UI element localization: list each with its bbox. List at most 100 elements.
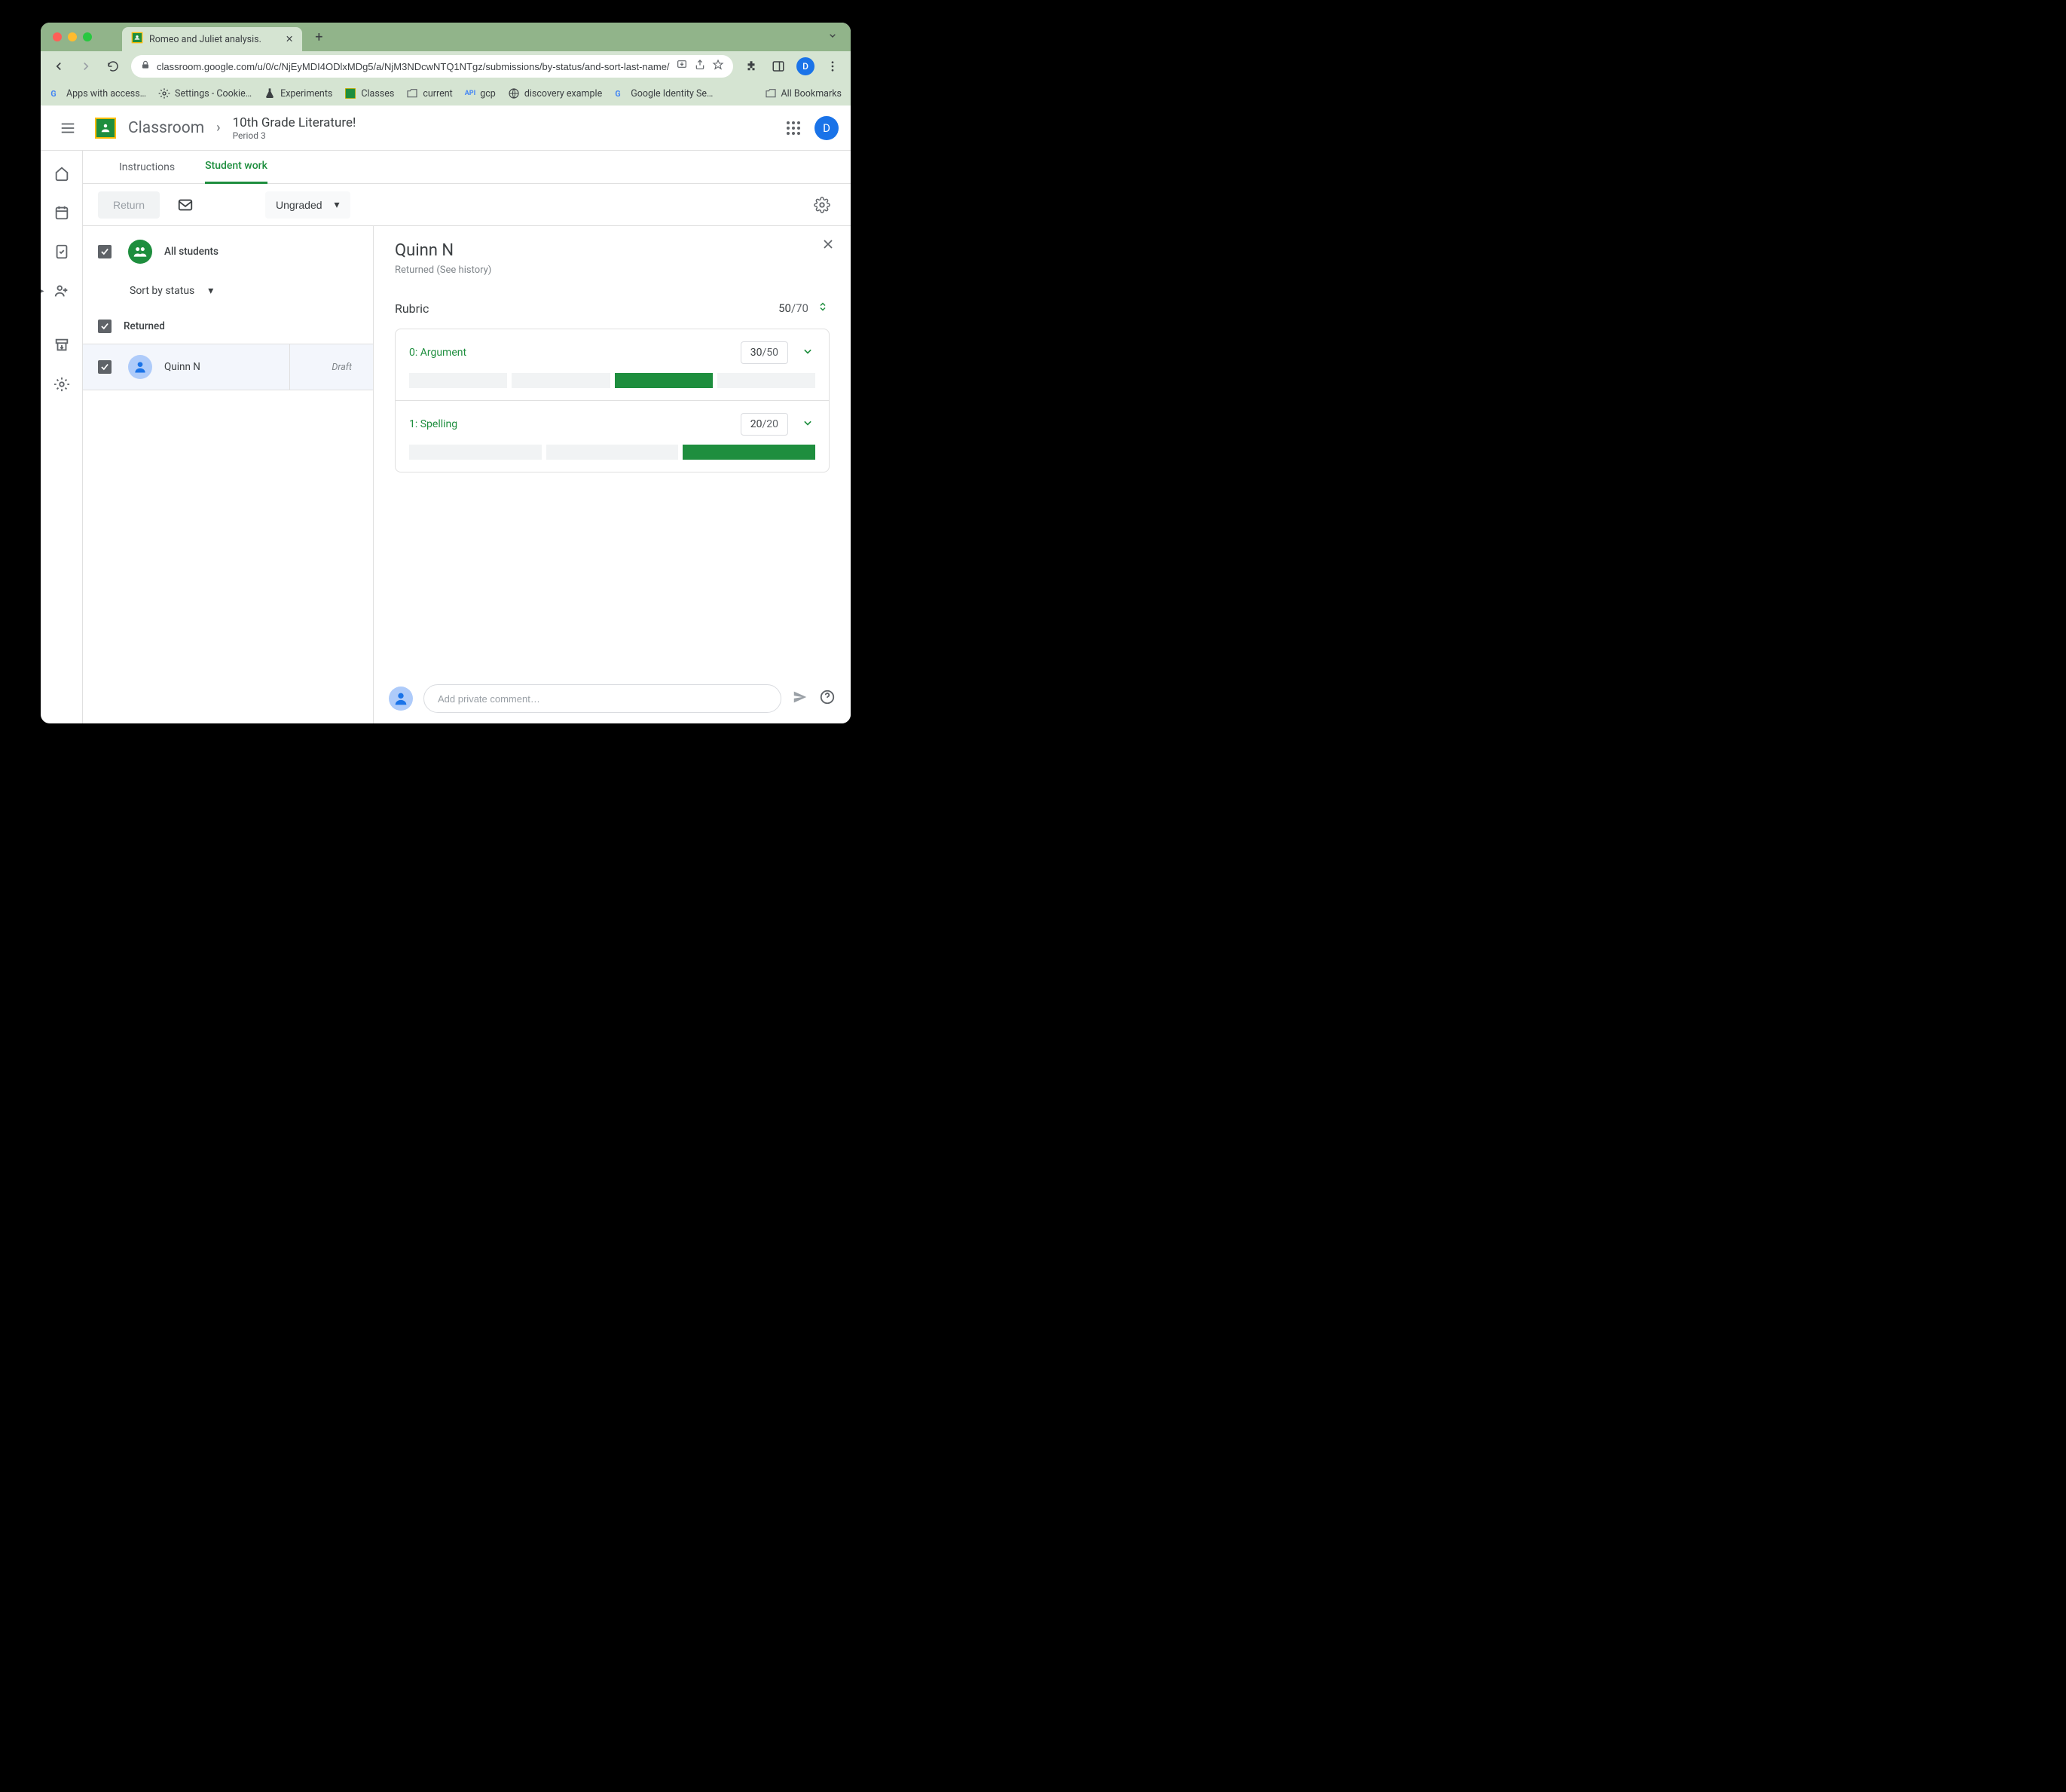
app-header: Classroom › 10th Grade Literature! Perio… <box>41 106 851 151</box>
select-all-checkbox[interactable] <box>98 245 112 258</box>
window-close[interactable] <box>53 32 62 41</box>
student-name: Quinn N <box>164 361 319 373</box>
all-students-label[interactable]: All students <box>164 246 219 258</box>
comment-input[interactable] <box>423 684 781 713</box>
rubric-sort-icon[interactable] <box>816 300 830 317</box>
submission-detail: Quinn N Returned (See history) Rubric 50… <box>374 226 851 723</box>
dropdown-icon: ▾ <box>208 285 213 297</box>
class-breadcrumb[interactable]: 10th Grade Literature! Period 3 <box>233 115 356 141</box>
student-checkbox[interactable] <box>98 360 112 374</box>
forward-button[interactable] <box>77 57 95 75</box>
bookmark-identity[interactable]: GGoogle Identity Se… <box>614 87 713 99</box>
svg-text:G: G <box>616 89 621 99</box>
criterion-name[interactable]: 1: Spelling <box>409 418 741 430</box>
nav-people-icon[interactable] <box>53 282 71 300</box>
tab-close-icon[interactable]: ✕ <box>286 33 293 45</box>
criterion-expand-icon[interactable] <box>800 415 815 433</box>
student-row[interactable]: Quinn N Draft <box>83 344 373 390</box>
browser-tab[interactable]: Romeo and Juliet analysis. ✕ <box>122 27 302 51</box>
browser-window: Romeo and Juliet analysis. ✕ + D GApps w… <box>41 23 851 723</box>
share-icon[interactable] <box>694 59 706 74</box>
all-students-icon <box>128 240 152 264</box>
menu-button[interactable] <box>53 113 83 143</box>
level-cell[interactable] <box>409 445 542 460</box>
browser-menu-icon[interactable] <box>824 57 842 75</box>
settings-button[interactable] <box>808 191 836 219</box>
classroom-favicon-icon <box>131 32 143 47</box>
bookmark-experiments[interactable]: Experiments <box>264 87 332 99</box>
nav-archive-icon[interactable] <box>53 336 71 354</box>
assignment-tabs: Instructions Student work <box>83 151 851 184</box>
return-button[interactable]: Return <box>98 191 160 219</box>
browser-toolbar: D <box>41 51 851 81</box>
tab-title: Romeo and Juliet analysis. <box>149 34 261 45</box>
classroom-logo-icon <box>95 118 116 139</box>
action-bar: Return Ungraded▾ <box>83 184 851 226</box>
help-button[interactable] <box>819 689 836 708</box>
url-input[interactable] <box>157 61 670 72</box>
all-bookmarks[interactable]: All Bookmarks <box>765 87 842 99</box>
left-nav <box>41 151 83 723</box>
back-button[interactable] <box>50 57 68 75</box>
level-cell[interactable] <box>546 445 679 460</box>
tab-student-work[interactable]: Student work <box>205 151 267 184</box>
criterion-levels[interactable] <box>409 445 815 460</box>
sidepanel-icon[interactable] <box>769 57 787 75</box>
tab-dropdown-icon[interactable] <box>827 29 839 44</box>
svg-text:G: G <box>50 89 56 99</box>
rubric-card: 0: Argument 30/50 1: Sp <box>395 329 830 472</box>
email-button[interactable] <box>172 191 199 219</box>
bookmark-classes[interactable]: Classes <box>344 87 394 99</box>
class-name: 10th Grade Literature! <box>233 115 356 130</box>
status-group-header: Returned <box>83 309 373 344</box>
group-checkbox[interactable] <box>98 320 112 333</box>
detail-status[interactable]: Returned (See history) <box>395 265 830 276</box>
star-icon[interactable] <box>712 59 724 74</box>
tab-instructions[interactable]: Instructions <box>119 151 175 184</box>
lock-icon <box>140 60 151 73</box>
grade-filter-dropdown[interactable]: Ungraded▾ <box>265 191 350 219</box>
nav-calendar-icon[interactable] <box>53 203 71 222</box>
student-status: Draft <box>332 362 352 373</box>
google-apps-icon[interactable] <box>784 119 802 137</box>
breadcrumb-separator-icon: › <box>216 120 220 136</box>
level-cell[interactable] <box>683 445 815 460</box>
bookmark-settings[interactable]: Settings - Cookie… <box>158 87 252 99</box>
profile-avatar[interactable]: D <box>796 57 814 75</box>
criterion-name[interactable]: 0: Argument <box>409 347 741 359</box>
app-name[interactable]: Classroom <box>128 119 204 137</box>
install-icon[interactable] <box>676 59 688 74</box>
criterion-score-input[interactable]: 30/50 <box>741 341 788 364</box>
criterion-score-input[interactable]: 20/20 <box>741 413 788 436</box>
criterion-expand-icon[interactable] <box>800 344 815 362</box>
user-avatar[interactable]: D <box>814 116 839 140</box>
new-tab-button[interactable]: + <box>308 26 329 47</box>
bookmark-discovery[interactable]: discovery example <box>508 87 602 99</box>
bookmark-gcp[interactable]: APIgcp <box>465 88 496 99</box>
extensions-icon[interactable] <box>742 57 760 75</box>
nav-todo-icon[interactable] <box>53 243 71 261</box>
window-maximize[interactable] <box>83 32 92 41</box>
level-cell[interactable] <box>717 373 815 388</box>
bookmark-apps[interactable]: GApps with access… <box>50 87 146 99</box>
level-cell[interactable] <box>615 373 713 388</box>
comment-avatar-icon <box>389 687 413 711</box>
criterion-row: 1: Spelling 20/20 <box>396 401 829 472</box>
dropdown-icon: ▾ <box>335 198 340 211</box>
nav-home-icon[interactable] <box>53 164 71 182</box>
nav-settings-icon[interactable] <box>53 375 71 393</box>
bookmarks-bar: GApps with access… Settings - Cookie… Ex… <box>41 81 851 106</box>
close-detail-button[interactable] <box>821 237 836 255</box>
reload-button[interactable] <box>104 57 122 75</box>
criterion-row: 0: Argument 30/50 <box>396 329 829 401</box>
level-cell[interactable] <box>512 373 610 388</box>
level-cell[interactable] <box>409 373 507 388</box>
window-minimize[interactable] <box>68 32 77 41</box>
class-period: Period 3 <box>233 130 356 141</box>
criterion-levels[interactable] <box>409 373 815 388</box>
address-bar[interactable] <box>131 55 733 78</box>
send-comment-button[interactable] <box>792 689 808 708</box>
rubric-total-score: 50/70 <box>778 301 808 315</box>
bookmark-current[interactable]: current <box>406 87 452 99</box>
sort-dropdown[interactable]: Sort by status ▾ <box>83 273 373 309</box>
